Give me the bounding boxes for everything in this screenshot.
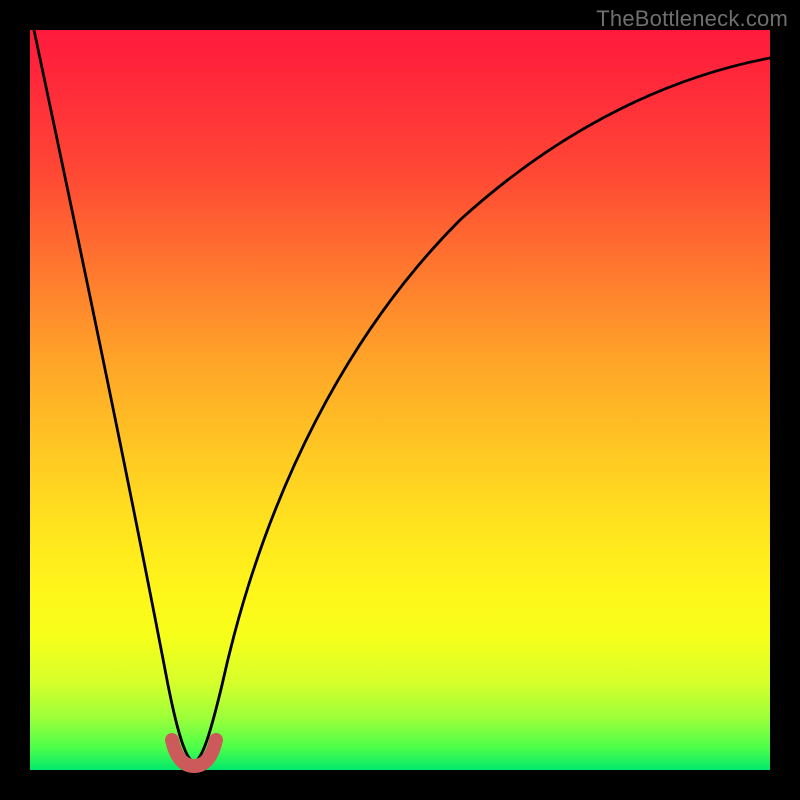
chart-frame: TheBottleneck.com: [0, 0, 800, 800]
chart-svg: [30, 30, 770, 770]
chart-plot-area: [30, 30, 770, 770]
watermark-text: TheBottleneck.com: [596, 6, 788, 32]
optimal-blob: [172, 740, 216, 766]
bottleneck-curve: [34, 30, 770, 762]
